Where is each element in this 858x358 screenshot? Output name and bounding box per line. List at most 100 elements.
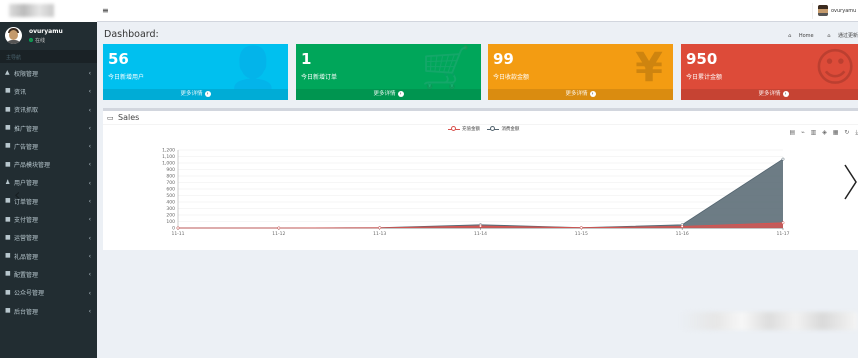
sidebar-item[interactable]: ■ 礼品管理 ‹ xyxy=(0,247,97,265)
user-add-icon: 👤 xyxy=(228,45,278,91)
y-tick-label: 700 xyxy=(166,180,175,186)
breadcrumb: ⌂ Home ⌂ 通过更新 xyxy=(776,32,858,39)
sidebar-item[interactable]: ■ 运营管理 ‹ xyxy=(0,229,97,247)
data-point xyxy=(176,226,180,230)
sidebar-item[interactable]: ■ 广告管理 ‹ xyxy=(0,137,97,155)
x-tick-label: 11-14 xyxy=(474,231,487,237)
top-user-menu[interactable]: ovuryamu xyxy=(812,3,858,19)
book-icon: ■ xyxy=(5,233,11,241)
stat-value: 950 xyxy=(686,50,718,68)
book-icon: ■ xyxy=(5,307,11,314)
x-tick-label: 11-16 xyxy=(676,231,689,237)
chevron-left-icon: ‹ xyxy=(88,70,91,77)
sidebar-toggle-icon[interactable]: ≡ xyxy=(102,6,109,15)
y-tick-label: 800 xyxy=(166,174,175,180)
smile-icon: ☺ xyxy=(814,45,856,91)
data-point xyxy=(579,226,583,230)
y-tick-label: 1,100 xyxy=(162,154,175,160)
y-tick-label: 400 xyxy=(166,200,175,206)
chevron-left-icon: ‹ xyxy=(88,216,91,224)
book-icon: ■ xyxy=(5,270,11,278)
x-tick-label: 11-11 xyxy=(171,231,184,237)
chevron-left-icon[interactable]: ‹ xyxy=(14,185,22,205)
chevron-left-icon: ‹ xyxy=(88,252,91,260)
user-status: 在线 xyxy=(29,37,45,44)
data-point xyxy=(781,157,785,161)
book-icon: ■ xyxy=(5,142,11,150)
sidebar-item-label: 礼品管理 xyxy=(14,253,39,261)
top-user-name: ovuryamu xyxy=(831,8,857,14)
sidebar-item[interactable]: ■ 公众号管理 ‹ xyxy=(0,284,97,302)
sidebar-item[interactable]: ■ 资讯抓取 ‹ xyxy=(0,101,97,119)
y-tick-label: 600 xyxy=(166,187,175,193)
chevron-left-icon: ‹ xyxy=(88,106,91,114)
chevron-right-icon[interactable] xyxy=(842,162,858,202)
book-icon: ■ xyxy=(5,87,11,95)
sidebar-item[interactable]: ■ 配置管理 ‹ xyxy=(0,265,97,283)
book-icon: ■ xyxy=(5,215,11,223)
book-icon: ■ xyxy=(5,288,11,296)
sidebar: ovuryamu 在线 主导航 ▲ 权限管理 ‹ ■ 资讯 ‹ ■ 资讯抓取 ‹ ■ 推广管理 ‹ ■ 广… xyxy=(0,0,97,358)
sidebar-item-label: 广告管理 xyxy=(14,143,39,151)
book-icon: ■ xyxy=(5,160,11,168)
sidebar-item-label: 资讯抓取 xyxy=(14,107,39,115)
sales-chart: 01002003004005006007008009001,0001,1001,… xyxy=(162,148,790,238)
watermark xyxy=(680,312,858,330)
sidebar-item[interactable]: ■ 推广管理 ‹ xyxy=(0,119,97,137)
stat-box-total: 950 今日累计金额 ☺ 更多详情 › xyxy=(681,44,858,100)
arrow-circle-icon: › xyxy=(397,91,404,97)
sidebar-item-label: 配置管理 xyxy=(14,271,39,279)
stat-label: 今日累计金额 xyxy=(686,74,723,81)
book-icon: ■ xyxy=(5,252,11,260)
data-point xyxy=(781,221,785,225)
menu-header: 主导航 xyxy=(0,50,97,63)
chevron-left-icon: ‹ xyxy=(88,271,91,279)
more-info-link[interactable]: 更多详情 › xyxy=(296,89,481,100)
sidebar-item-label: 后台管理 xyxy=(14,308,39,316)
more-info-link[interactable]: 更多详情 › xyxy=(488,89,673,100)
sidebar-item[interactable]: ■ 产品模块管理 ‹ xyxy=(0,155,97,173)
sidebar-item[interactable]: ▲ 权限管理 ‹ xyxy=(0,64,97,82)
more-info-link[interactable]: 更多详情 › xyxy=(103,89,288,100)
x-tick-label: 11-12 xyxy=(272,231,285,237)
sidebar-item[interactable]: ■ 资讯 ‹ xyxy=(0,82,97,100)
sidebar-item-label: 支付管理 xyxy=(14,217,39,225)
chevron-left-icon: ‹ xyxy=(88,161,91,169)
dashboard-icon: ⌂ xyxy=(788,33,792,39)
breadcrumb-home[interactable]: ⌂ Home xyxy=(782,33,814,39)
stat-box-new-orders: 1 今日新增订单 🛒 更多详情 › xyxy=(296,44,481,100)
y-tick-label: 200 xyxy=(166,213,175,219)
online-dot-icon xyxy=(29,38,33,42)
chevron-left-icon: ‹ xyxy=(88,88,91,96)
logo[interactable] xyxy=(0,0,97,22)
stat-value: 99 xyxy=(493,50,514,68)
data-point xyxy=(277,226,281,230)
user-icon: ♟ xyxy=(5,178,11,186)
sidebar-item[interactable]: ■ 后台管理 ‹ xyxy=(0,302,97,320)
y-tick-label: 0 xyxy=(172,226,175,232)
chevron-left-icon: ‹ xyxy=(88,124,91,132)
chevron-left-icon: ‹ xyxy=(88,198,91,206)
arrow-circle-icon: › xyxy=(589,91,596,97)
arrow-circle-icon: › xyxy=(782,91,789,97)
stat-value: 56 xyxy=(108,50,129,68)
avatar xyxy=(5,27,22,44)
sidebar-item-label: 产品模块管理 xyxy=(14,162,51,170)
sidebar-item[interactable]: ■ 支付管理 ‹ xyxy=(0,210,97,228)
book-icon: ■ xyxy=(5,105,11,113)
y-tick-label: 1,200 xyxy=(162,148,175,154)
chevron-left-icon: ‹ xyxy=(88,143,91,151)
lock-icon: ▲ xyxy=(5,69,10,77)
dashboard-icon: ⌂ xyxy=(827,33,831,39)
yen-icon: ¥ xyxy=(635,45,663,91)
sales-panel: ▭ Sales 充值金额 消费金额 ▤ ⌁ ▥ ◈ ▦ ↻ ⤓ 0 100 200 3… xyxy=(103,108,858,250)
topbar: ≡ ovuryamu xyxy=(97,0,858,22)
stat-box-new-users: 56 今日新增用户 👤 更多详情 › xyxy=(103,44,288,100)
data-point xyxy=(680,224,684,228)
more-info-link[interactable]: 更多详情 › xyxy=(681,89,858,100)
y-tick-label: 300 xyxy=(166,206,175,212)
chevron-left-icon: ‹ xyxy=(88,289,91,297)
data-point xyxy=(479,224,482,228)
book-icon: ■ xyxy=(5,124,11,132)
y-tick-label: 1,000 xyxy=(162,161,175,167)
